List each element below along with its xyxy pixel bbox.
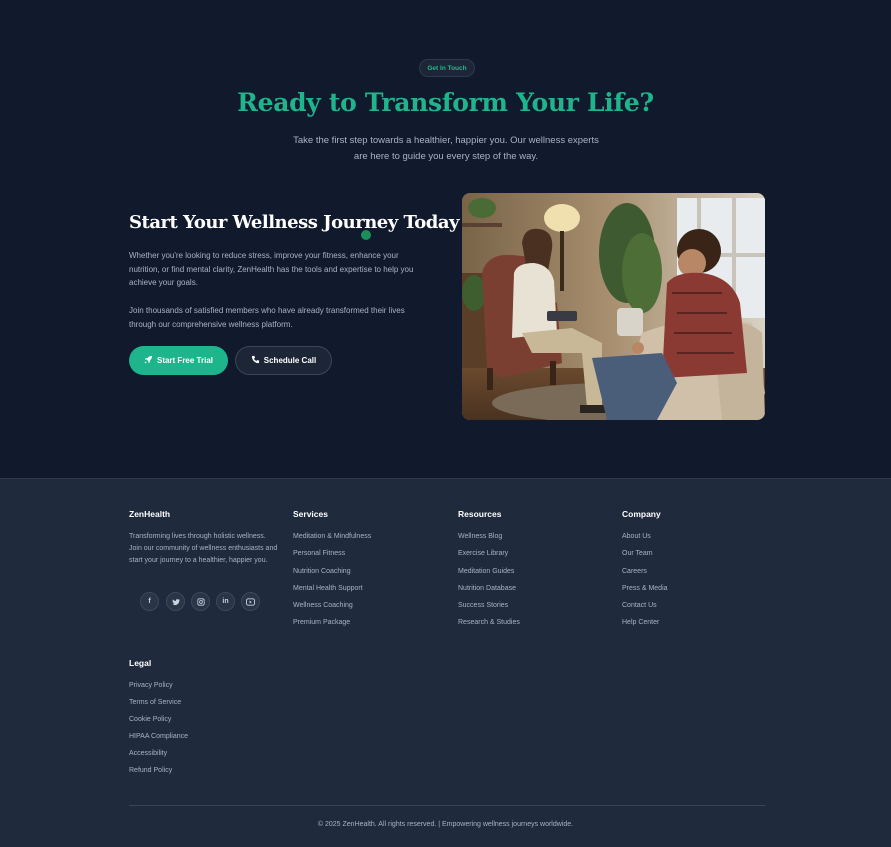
- footer-link-wellness-blog[interactable]: Wellness Blog: [458, 533, 502, 540]
- twitter-icon[interactable]: [166, 592, 185, 611]
- counseling-session-photo: [462, 193, 765, 420]
- footer-link-nutrition-coaching[interactable]: Nutrition Coaching: [293, 568, 351, 575]
- footer-link-success-stories[interactable]: Success Stories: [458, 602, 508, 609]
- footer-link-help-center[interactable]: Help Center: [622, 619, 659, 626]
- footer-link-nutrition-database[interactable]: Nutrition Database: [458, 585, 516, 592]
- journey-title: Start Your Wellness Journey Today: [129, 212, 460, 233]
- footer-link-exercise-library[interactable]: Exercise Library: [458, 550, 508, 557]
- footer-link-wellness-coaching[interactable]: Wellness Coaching: [293, 602, 353, 609]
- footer-divider: [129, 805, 765, 806]
- instagram-icon[interactable]: [191, 592, 210, 611]
- footer-link-press-media[interactable]: Press & Media: [622, 585, 668, 592]
- footer-link-contact-us[interactable]: Contact Us: [622, 602, 657, 609]
- footer-link-privacy-policy[interactable]: Privacy Policy: [129, 682, 173, 689]
- footer-resources-title: Resources: [458, 509, 502, 519]
- youtube-icon[interactable]: [241, 592, 260, 611]
- get-in-touch-badge: Get In Touch: [419, 59, 475, 77]
- journey-paragraph-1: Whether you're looking to reduce stress,…: [129, 251, 414, 287]
- footer-link-accessibility[interactable]: Accessibility: [129, 750, 167, 757]
- footer-link-terms[interactable]: Terms of Service: [129, 699, 181, 706]
- cta-section: Get In Touch Ready to Transform Your Lif…: [0, 0, 891, 478]
- footer-link-careers[interactable]: Careers: [622, 568, 647, 575]
- footer-link-meditation[interactable]: Meditation & Mindfulness: [293, 533, 371, 540]
- footer-company-title: Company: [622, 509, 661, 519]
- start-free-trial-label: Start Free Trial: [156, 356, 214, 365]
- facebook-icon[interactable]: f: [140, 592, 159, 611]
- footer-brand-description: Transforming lives through holistic well…: [129, 533, 278, 564]
- footer-link-premium-package[interactable]: Premium Package: [293, 619, 350, 626]
- hero-subtitle: Take the first step towards a healthier,…: [293, 135, 599, 162]
- footer-link-about-us[interactable]: About Us: [622, 533, 651, 540]
- cursor-indicator: [361, 230, 371, 240]
- footer-link-refund-policy[interactable]: Refund Policy: [129, 767, 172, 774]
- schedule-call-button[interactable]: Schedule Call: [235, 346, 332, 375]
- footer-link-cookie-policy[interactable]: Cookie Policy: [129, 716, 171, 723]
- footer-link-hipaa[interactable]: HIPAA Compliance: [129, 733, 188, 740]
- copyright-text: © 2025 ZenHealth. All rights reserved. |…: [317, 821, 574, 828]
- footer-link-mental-health[interactable]: Mental Health Support: [293, 585, 363, 592]
- footer-link-meditation-guides[interactable]: Meditation Guides: [458, 568, 514, 575]
- footer-link-research[interactable]: Research & Studies: [458, 619, 520, 626]
- hero-title: Ready to Transform Your Life?: [237, 88, 654, 117]
- rocket-icon: [144, 355, 153, 366]
- linkedin-icon[interactable]: in: [216, 592, 235, 611]
- footer-legal-title: Legal: [129, 658, 152, 668]
- footer-services-title: Services: [293, 509, 328, 519]
- start-free-trial-button[interactable]: Start Free Trial: [129, 346, 228, 375]
- footer-brand-title: ZenHealth: [129, 509, 171, 519]
- phone-icon: [251, 355, 260, 366]
- schedule-call-label: Schedule Call: [263, 356, 317, 365]
- footer-link-personal-fitness[interactable]: Personal Fitness: [293, 550, 345, 557]
- footer-link-our-team[interactable]: Our Team: [622, 550, 653, 557]
- journey-paragraph-2: Join thousands of satisfied members who …: [129, 306, 405, 329]
